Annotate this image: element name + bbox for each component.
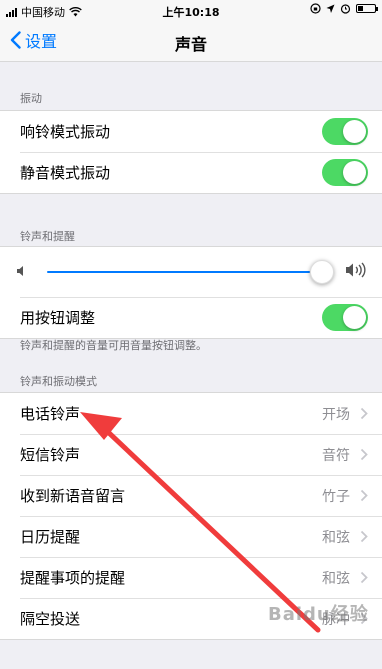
text-tone-label: 短信铃声	[20, 446, 81, 464]
volume-slider-thumb[interactable]	[310, 260, 334, 284]
change-with-buttons-row: 用按钮调整	[0, 297, 382, 338]
ring-vibrate-toggle[interactable]	[322, 118, 368, 145]
chevron-right-icon	[360, 530, 368, 543]
silent-vibrate-label: 静音模式振动	[20, 164, 111, 182]
silent-vibrate-row: 静音模式振动	[0, 152, 382, 193]
new-voicemail-label: 收到新语音留言	[20, 487, 126, 505]
page-title: 声音	[174, 35, 207, 54]
ringtone-label: 电话铃声	[20, 405, 81, 423]
nav-bar: 设置 声音	[0, 22, 382, 62]
battery-icon	[356, 4, 378, 13]
status-right	[310, 3, 378, 14]
chevron-right-icon	[360, 489, 368, 502]
vibration-group: 响铃模式振动 静音模式振动	[0, 110, 382, 194]
ring-vibrate-label: 响铃模式振动	[20, 123, 111, 141]
volume-low-icon	[17, 266, 23, 276]
section-header-ringer: 铃声和提醒	[20, 230, 75, 243]
alarm-icon	[340, 4, 351, 14]
toggle-knob	[343, 161, 366, 184]
toggle-knob	[343, 306, 366, 329]
change-with-buttons-toggle[interactable]	[322, 304, 368, 331]
ring-vibrate-row: 响铃模式振动	[0, 111, 382, 152]
location-icon	[326, 4, 335, 13]
watermark: Baidu经验	[268, 604, 369, 625]
ringtone-row[interactable]: 电话铃声 开场	[0, 393, 382, 434]
new-voicemail-row[interactable]: 收到新语音留言 竹子	[0, 475, 382, 516]
chevron-right-icon	[360, 571, 368, 584]
volume-high-icon	[346, 262, 366, 278]
ringer-footer-note: 铃声和提醒的音量可用音量按钮调整。	[20, 339, 207, 352]
change-with-buttons-label: 用按钮调整	[20, 309, 96, 327]
orientation-lock-icon	[310, 3, 321, 14]
calendar-alerts-row[interactable]: 日历提醒 和弦	[0, 516, 382, 557]
reminder-alerts-label: 提醒事项的提醒	[20, 569, 126, 587]
calendar-alerts-value: 和弦	[322, 529, 350, 546]
status-bar: 中国移动 上午10:18	[0, 0, 382, 22]
chevron-right-icon	[360, 448, 368, 461]
ringtone-value: 开场	[322, 406, 350, 423]
section-header-vibration: 振动	[20, 92, 42, 105]
new-voicemail-value: 竹子	[322, 488, 350, 505]
reminder-alerts-value: 和弦	[322, 570, 350, 587]
volume-slider-track[interactable]	[47, 271, 310, 273]
toggle-knob	[343, 120, 366, 143]
calendar-alerts-label: 日历提醒	[20, 528, 81, 546]
reminder-alerts-row[interactable]: 提醒事项的提醒 和弦	[0, 557, 382, 598]
chevron-right-icon	[360, 407, 368, 420]
section-header-patterns: 铃声和振动模式	[20, 375, 97, 388]
text-tone-row[interactable]: 短信铃声 音符	[0, 434, 382, 475]
ringer-group: 用按钮调整	[0, 246, 382, 339]
text-tone-value: 音符	[322, 447, 350, 464]
volume-slider-row	[0, 247, 382, 297]
silent-vibrate-toggle[interactable]	[322, 159, 368, 186]
